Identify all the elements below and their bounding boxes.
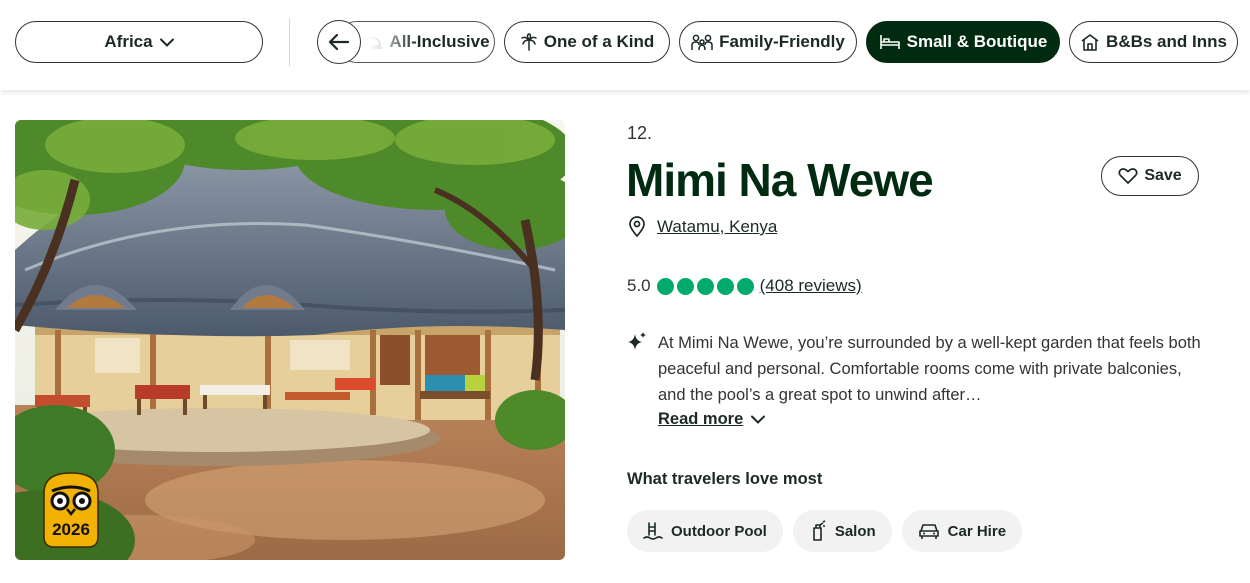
location-link[interactable]: Watamu, Kenya — [657, 217, 777, 237]
hotel-name[interactable]: Mimi Na Wewe — [626, 152, 934, 208]
chevron-down-icon — [159, 38, 174, 47]
chip-label: Small & Boutique — [906, 32, 1048, 51]
region-dropdown[interactable]: Africa — [15, 21, 263, 63]
rating-score: 5.0 — [627, 276, 651, 295]
read-more-button[interactable]: Read more — [658, 410, 766, 429]
amenity-label: Salon — [834, 522, 876, 540]
rating-bubble — [676, 277, 694, 295]
pool-icon — [643, 522, 663, 540]
rank-number: 12. — [627, 123, 653, 143]
map-pin-icon — [629, 216, 645, 238]
chip-label: All-Inclusive — [389, 32, 490, 51]
rating-bubble — [736, 277, 754, 295]
filter-bar: Africa All-Inclusive One of a Kind Famil… — [0, 0, 1250, 90]
sparkle-icon — [628, 332, 646, 350]
save-button[interactable]: Save — [1101, 156, 1199, 196]
palm-tree-icon — [521, 33, 537, 51]
filter-divider — [289, 18, 290, 66]
bed-icon — [879, 35, 900, 49]
amenity-label: Car Hire — [947, 522, 1007, 540]
heart-icon — [1118, 168, 1138, 184]
chip-label: B&Bs and Inns — [1106, 32, 1227, 51]
cloche-icon — [362, 36, 383, 49]
rating-bubble — [656, 277, 674, 295]
chip-small-boutique[interactable]: Small & Boutique — [866, 21, 1060, 63]
location: Watamu, Kenya — [627, 216, 777, 238]
scroll-back-button[interactable] — [317, 20, 361, 64]
rating-bubbles — [656, 277, 754, 295]
amenity-tag-salon: Salon — [792, 510, 892, 552]
car-icon — [918, 524, 939, 539]
save-label: Save — [1144, 167, 1182, 184]
chip-label: One of a Kind — [543, 32, 655, 51]
spray-bottle-icon — [813, 520, 826, 541]
rating-bubble — [696, 277, 714, 295]
rating: 5.0 (408 reviews) — [627, 276, 862, 296]
chip-label: Family-Friendly — [719, 32, 845, 51]
chip-family-friendly[interactable]: Family-Friendly — [679, 21, 857, 63]
house-icon — [1081, 34, 1099, 51]
travelers-choice-badge: 2026 — [40, 471, 102, 549]
amenity-tag-car-hire: Car Hire — [901, 510, 1023, 552]
chevron-down-icon — [751, 415, 766, 424]
arrow-left-icon — [328, 33, 350, 51]
read-more-label: Read more — [658, 410, 744, 428]
award-year: 2026 — [52, 520, 90, 539]
amenity-tag-outdoor-pool: Outdoor Pool — [627, 510, 783, 552]
rating-bubble — [716, 277, 734, 295]
family-icon — [691, 34, 713, 51]
loved-heading: What travelers love most — [627, 470, 823, 488]
amenity-tags: Outdoor Pool Salon Car Hire — [627, 510, 1023, 552]
reviews-link[interactable]: (408 reviews) — [760, 276, 862, 296]
chip-bnbs-inns[interactable]: B&Bs and Inns — [1069, 21, 1238, 63]
summary-text: At Mimi Na Wewe, you’re surrounded by a … — [658, 334, 1201, 404]
amenity-label: Outdoor Pool — [671, 522, 767, 540]
chip-one-of-a-kind[interactable]: One of a Kind — [504, 21, 670, 63]
region-label: Africa — [104, 32, 153, 51]
